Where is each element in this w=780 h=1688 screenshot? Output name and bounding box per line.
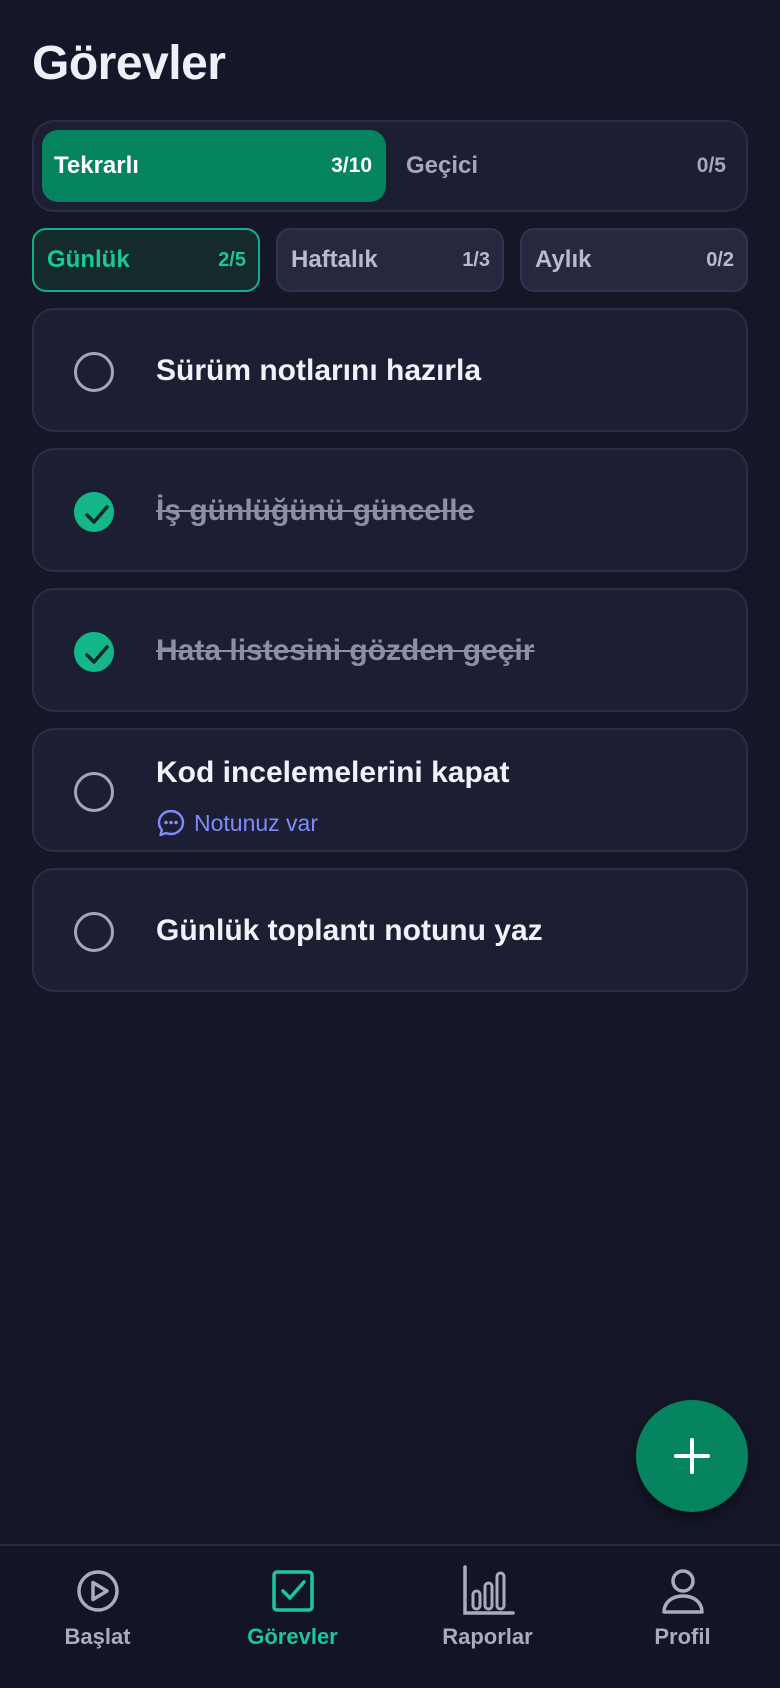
bottom-navigation: Başlat Görevler Raporlar Profil bbox=[0, 1544, 780, 1688]
nav-item-reports[interactable]: Raporlar bbox=[390, 1564, 585, 1664]
task-title: Günlük toplantı notunu yaz bbox=[156, 914, 543, 947]
checkmark-icon bbox=[85, 645, 109, 664]
task-title: İş günlüğünü güncelle bbox=[156, 494, 475, 527]
segment-recurring[interactable]: Tekrarlı 3/10 bbox=[42, 130, 386, 202]
nav-label: Profil bbox=[654, 1624, 711, 1649]
add-task-button[interactable] bbox=[636, 1400, 748, 1512]
tab-daily[interactable]: Günlük 2/5 bbox=[32, 228, 260, 292]
nav-item-start[interactable]: Başlat bbox=[0, 1564, 195, 1664]
task-checkbox[interactable] bbox=[74, 632, 114, 672]
tab-monthly[interactable]: Aylık 0/2 bbox=[520, 228, 748, 292]
tab-weekly[interactable]: Haftalık 1/3 bbox=[276, 228, 504, 292]
segment-label: Geçici bbox=[406, 152, 479, 179]
nav-item-tasks[interactable]: Görevler bbox=[195, 1564, 390, 1664]
tab-label: Günlük bbox=[47, 246, 130, 273]
bar-chart-icon bbox=[462, 1565, 515, 1615]
task-title: Hata listesini gözden geçir bbox=[156, 634, 535, 667]
nav-label: Başlat bbox=[64, 1624, 131, 1649]
nav-label: Raporlar bbox=[442, 1624, 533, 1649]
tab-count: 0/2 bbox=[706, 248, 734, 271]
task-item[interactable]: Günlük toplantı notunu yaz bbox=[32, 868, 748, 992]
task-checkbox[interactable] bbox=[74, 772, 114, 812]
task-title: Sürüm notlarını hazırla bbox=[156, 354, 482, 387]
nav-item-profile[interactable]: Profil bbox=[585, 1564, 780, 1664]
task-note[interactable]: Notunuz var bbox=[156, 808, 318, 838]
task-checkbox[interactable] bbox=[74, 352, 114, 392]
tab-label: Aylık bbox=[535, 246, 592, 273]
play-circle-icon bbox=[76, 1570, 119, 1612]
task-item[interactable]: Kod incelemelerini kapat Notunuz var bbox=[32, 728, 748, 852]
plus-icon bbox=[674, 1438, 710, 1474]
nav-label: Görevler bbox=[247, 1624, 338, 1649]
task-item[interactable]: Hata listesini gözden geçir bbox=[32, 588, 748, 712]
user-icon bbox=[661, 1569, 704, 1614]
task-item[interactable]: İş günlüğünü güncelle bbox=[32, 448, 748, 572]
task-checkbox[interactable] bbox=[74, 492, 114, 532]
task-title: Kod incelemelerini kapat bbox=[156, 756, 510, 789]
period-tabs: Günlük 2/5 Haftalık 1/3 Aylık 0/2 bbox=[32, 228, 748, 292]
task-checkbox[interactable] bbox=[74, 912, 114, 952]
segment-count: 0/5 bbox=[696, 154, 726, 177]
chat-bubble-icon bbox=[157, 809, 185, 837]
task-type-segmented-control: Tekrarlı 3/10 Geçici 0/5 bbox=[32, 120, 748, 212]
checkmark-icon bbox=[85, 505, 109, 524]
segment-temporary[interactable]: Geçici 0/5 bbox=[394, 130, 740, 202]
segment-label: Tekrarlı bbox=[54, 152, 139, 179]
tab-label: Haftalık bbox=[291, 246, 378, 273]
page-title: Görevler bbox=[32, 37, 226, 90]
task-item[interactable]: Sürüm notlarını hazırla bbox=[32, 308, 748, 432]
checkbox-icon bbox=[271, 1570, 314, 1612]
task-note-label: Notunuz var bbox=[194, 809, 319, 836]
segment-count: 3/10 bbox=[331, 154, 372, 177]
tab-count: 2/5 bbox=[218, 248, 246, 271]
tab-count: 1/3 bbox=[462, 248, 490, 271]
